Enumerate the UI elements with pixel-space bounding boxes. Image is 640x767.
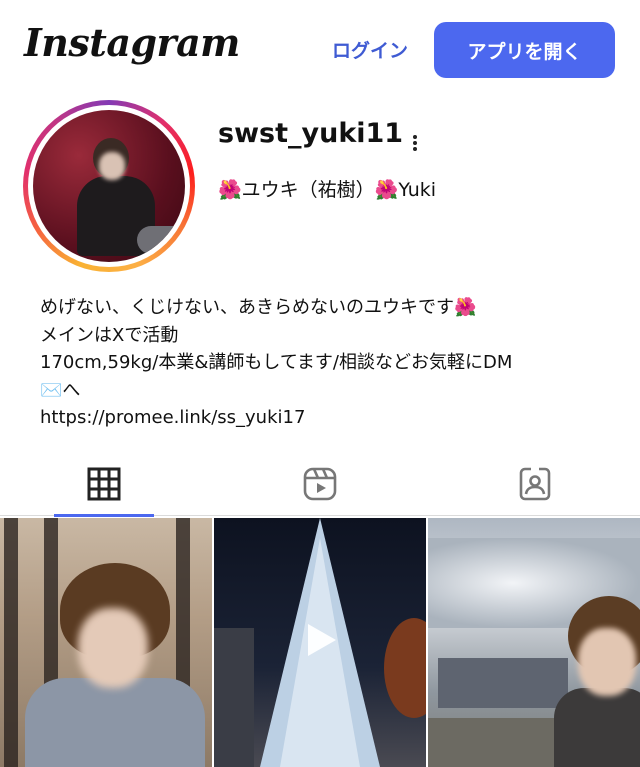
bio-line: めげない、くじけない、あきらめないのユウキです🌺 <box>40 297 477 318</box>
post-thumbnail[interactable] <box>214 518 426 767</box>
grid-icon <box>87 467 121 501</box>
profile-avatar[interactable] <box>23 100 195 272</box>
avatar-photo <box>33 110 185 262</box>
tab-reels[interactable] <box>270 452 370 516</box>
instagram-logo[interactable]: Instagram <box>24 20 240 65</box>
top-bar: Instagram ログイン アプリを開く <box>0 0 640 100</box>
bio-line: ✉️へ <box>40 379 81 401</box>
reels-icon <box>303 467 337 501</box>
post-thumbnail[interactable] <box>428 518 640 767</box>
tagged-icon <box>519 467 551 501</box>
profile-username: swst_yuki11 <box>218 118 404 149</box>
posts-grid <box>0 518 640 767</box>
post-thumbnail[interactable] <box>0 518 212 767</box>
profile-bio: めげない、くじけない、あきらめないのユウキです🌺 メインはXで活動 170cm,… <box>40 294 620 432</box>
bio-line: メインはXで活動 <box>40 324 179 346</box>
profile-full-name: 🌺ユウキ（祐樹）🌺Yuki <box>218 179 437 201</box>
more-options-icon[interactable] <box>405 133 425 155</box>
bio-link[interactable]: https://promee.link/ss_yuki17 <box>40 404 620 432</box>
tab-tagged[interactable] <box>485 452 585 516</box>
tab-posts[interactable] <box>54 452 154 517</box>
open-app-button[interactable]: アプリを開く <box>434 22 615 78</box>
bio-line: 170cm,59kg/本業&講師もしてます/相談などお気軽にDM <box>40 352 513 373</box>
profile-tabs <box>0 452 640 517</box>
login-link[interactable]: ログイン <box>332 36 408 63</box>
play-icon <box>308 624 336 656</box>
